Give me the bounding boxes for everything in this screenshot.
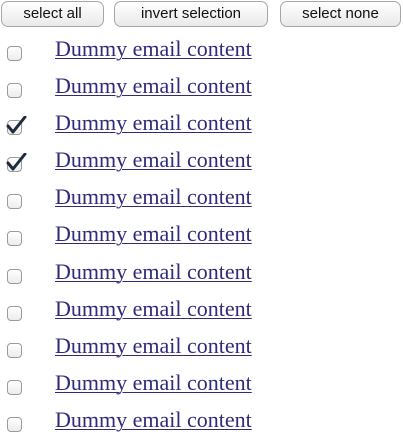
email-checkbox[interactable] xyxy=(7,268,22,284)
email-link[interactable]: Dummy email content xyxy=(55,369,252,397)
select-all-button[interactable]: select all xyxy=(1,1,104,27)
email-link[interactable]: Dummy email content xyxy=(55,109,252,137)
email-row: Dummy email content xyxy=(0,107,403,144)
invert-selection-button[interactable]: invert selection xyxy=(114,1,268,27)
email-link[interactable]: Dummy email content xyxy=(55,72,252,100)
email-link[interactable]: Dummy email content xyxy=(55,220,252,248)
email-row: Dummy email content xyxy=(0,218,403,255)
email-checkbox[interactable] xyxy=(7,342,22,358)
email-link[interactable]: Dummy email content xyxy=(55,295,252,323)
email-link[interactable]: Dummy email content xyxy=(55,406,252,434)
email-checkbox[interactable] xyxy=(7,416,22,432)
email-link[interactable]: Dummy email content xyxy=(55,332,252,360)
email-checkbox[interactable] xyxy=(7,194,22,210)
email-checkbox[interactable] xyxy=(7,305,22,321)
email-link[interactable]: Dummy email content xyxy=(55,146,252,174)
email-row: Dummy email content xyxy=(0,33,403,70)
email-row: Dummy email content xyxy=(0,404,403,441)
email-link[interactable]: Dummy email content xyxy=(55,183,252,211)
email-row: Dummy email content xyxy=(0,256,403,293)
email-row: Dummy email content xyxy=(0,70,403,107)
email-checkbox[interactable] xyxy=(7,83,22,99)
email-checkbox[interactable] xyxy=(7,46,22,61)
checkmark-icon xyxy=(6,153,27,171)
email-row: Dummy email content xyxy=(0,330,403,367)
email-row: Dummy email content xyxy=(0,181,403,218)
email-checkbox[interactable] xyxy=(7,231,22,247)
email-row: Dummy email content xyxy=(0,144,403,181)
email-checkbox[interactable] xyxy=(6,153,27,173)
checkmark-icon xyxy=(6,116,27,134)
email-checkbox[interactable] xyxy=(7,379,22,395)
select-none-button[interactable]: select none xyxy=(280,1,401,27)
email-link[interactable]: Dummy email content xyxy=(55,35,252,63)
email-link[interactable]: Dummy email content xyxy=(55,258,252,286)
email-row: Dummy email content xyxy=(0,367,403,404)
selection-toolbar: select all invert selection select none xyxy=(0,0,403,28)
email-row: Dummy email content xyxy=(0,293,403,330)
email-list: Dummy email content Dummy email content … xyxy=(0,33,403,441)
email-checkbox[interactable] xyxy=(6,116,27,136)
